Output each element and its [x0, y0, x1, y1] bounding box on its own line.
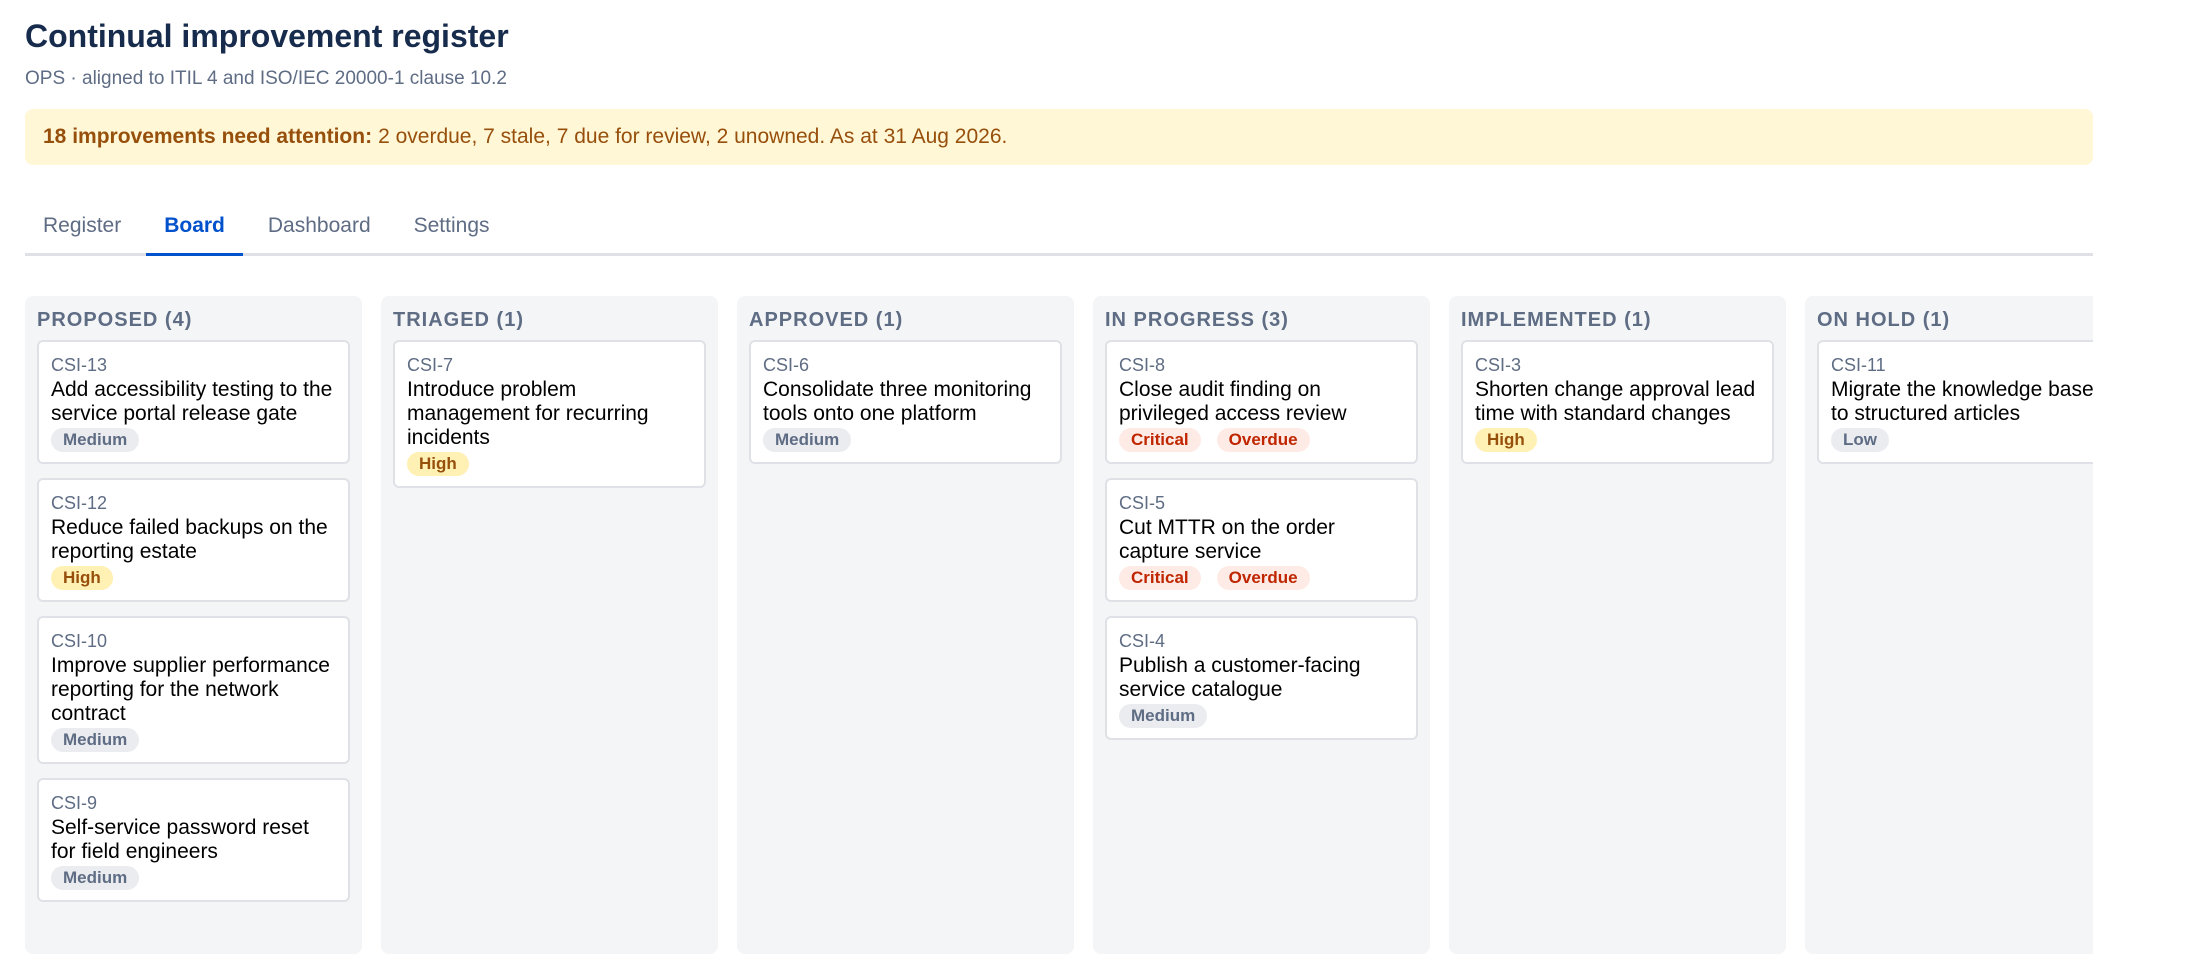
tab-register[interactable]: Register [25, 200, 139, 253]
card-id: CSI-7 [407, 355, 454, 375]
card-title: Introduce problem management for recurri… [407, 378, 649, 449]
attention-banner-text: 2 overdue, 7 stale, 7 due for review, 2 … [378, 125, 1008, 148]
overdue-badge: Overdue [1216, 428, 1310, 452]
card-id: CSI-3 [1475, 355, 1522, 375]
card[interactable]: CSI-6 Consolidate three monitoring tools… [749, 340, 1062, 464]
priority-badge: Medium [763, 428, 852, 452]
page-subtitle: OPS · aligned to ITIL 4 and ISO/IEC 2000… [25, 68, 507, 89]
tab-settings[interactable]: Settings [396, 200, 508, 253]
card-title: Self-service password reset for field en… [51, 816, 309, 863]
column-on-hold: ON HOLD (1) CSI-11 Migrate the knowledge… [1805, 296, 2093, 954]
card-badges: High [407, 452, 692, 476]
column-header: PROPOSED (4) [37, 309, 193, 331]
card[interactable]: CSI-3 Shorten change approval lead time … [1461, 340, 1774, 464]
card-badges: Critical Overdue [1119, 428, 1404, 452]
card-title: Add accessibility testing to the service… [51, 378, 333, 425]
column-header: IMPLEMENTED (1) [1461, 309, 1652, 331]
priority-badge: High [407, 452, 469, 476]
column-header: ON HOLD (1) [1817, 309, 1951, 331]
card-id: CSI-13 [51, 355, 108, 375]
card-badges: High [51, 566, 336, 590]
card-badges: Medium [51, 728, 336, 752]
card-title: Shorten change approval lead time with s… [1475, 378, 1756, 425]
tab-bar: Register Board Dashboard Settings [25, 200, 2093, 256]
card[interactable]: CSI-9 Self-service password reset for fi… [37, 778, 350, 902]
card-badges: High [1475, 428, 1760, 452]
card-badges: Medium [1119, 704, 1404, 728]
card[interactable]: CSI-7 Introduce problem management for r… [393, 340, 706, 488]
card-id: CSI-11 [1831, 355, 1886, 375]
card[interactable]: CSI-13 Add accessibility testing to the … [37, 340, 350, 464]
card[interactable]: CSI-10 Improve supplier performance repo… [37, 616, 350, 764]
card-id: CSI-5 [1119, 493, 1166, 513]
priority-badge: Critical [1119, 428, 1201, 452]
column-implemented: IMPLEMENTED (1) CSI-3 Shorten change app… [1449, 296, 1786, 954]
card[interactable]: CSI-5 Cut MTTR on the order capture serv… [1105, 478, 1418, 602]
card-id: CSI-4 [1119, 631, 1166, 651]
card-title: Improve supplier performance reporting f… [51, 654, 330, 725]
priority-badge: Critical [1119, 566, 1201, 590]
column-approved: APPROVED (1) CSI-6 Consolidate three mon… [737, 296, 1074, 954]
card-id: CSI-10 [51, 631, 108, 651]
card-id: CSI-6 [763, 355, 810, 375]
attention-banner-strong: 18 improvements need attention: [43, 125, 373, 148]
priority-badge: Medium [1119, 704, 1208, 728]
card-badges: Critical Overdue [1119, 566, 1404, 590]
overdue-badge: Overdue [1216, 566, 1310, 590]
card-title: Migrate the knowledge base to structured… [1831, 378, 2093, 425]
column-proposed: PROPOSED (4) CSI-13 Add accessibility te… [25, 296, 362, 954]
priority-badge: Low [1831, 428, 1889, 452]
priority-badge: Medium [51, 428, 140, 452]
attention-banner: 18 improvements need attention: 2 overdu… [25, 109, 2093, 165]
card-id: CSI-8 [1119, 355, 1166, 375]
column-in-progress: IN PROGRESS (3) CSI-8 Close audit findin… [1093, 296, 1430, 954]
card-id: CSI-12 [51, 493, 108, 513]
column-header: APPROVED (1) [749, 309, 904, 331]
card-badges: Medium [763, 428, 1048, 452]
card-badges: Medium [51, 866, 336, 890]
card-title: Close audit finding on privileged access… [1119, 378, 1347, 425]
card-badges: Medium [51, 428, 336, 452]
priority-badge: Medium [51, 866, 140, 890]
tab-board[interactable]: Board [146, 200, 243, 256]
card-title: Cut MTTR on the order capture service [1119, 516, 1335, 563]
column-triaged: TRIAGED (1) CSI-7 Introduce problem mana… [381, 296, 718, 954]
card[interactable]: CSI-11 Migrate the knowledge base to str… [1817, 340, 2093, 464]
card-title: Reduce failed backups on the reporting e… [51, 516, 328, 563]
card-title: Publish a customer-facing service catalo… [1119, 654, 1361, 701]
card[interactable]: CSI-8 Close audit finding on privileged … [1105, 340, 1418, 464]
tab-dashboard[interactable]: Dashboard [250, 200, 389, 253]
card-id: CSI-9 [51, 793, 98, 813]
column-header: TRIAGED (1) [393, 309, 524, 331]
card[interactable]: CSI-4 Publish a customer-facing service … [1105, 616, 1418, 740]
page-title: Continual improvement register [25, 18, 509, 54]
priority-badge: Medium [51, 728, 140, 752]
column-header: IN PROGRESS (3) [1105, 309, 1289, 331]
card-title: Consolidate three monitoring tools onto … [763, 378, 1032, 425]
priority-badge: High [51, 566, 113, 590]
card[interactable]: CSI-12 Reduce failed backups on the repo… [37, 478, 350, 602]
card-badges: Low [1831, 428, 2093, 452]
kanban-board: PROPOSED (4) CSI-13 Add accessibility te… [25, 296, 2093, 954]
priority-badge: High [1475, 428, 1537, 452]
